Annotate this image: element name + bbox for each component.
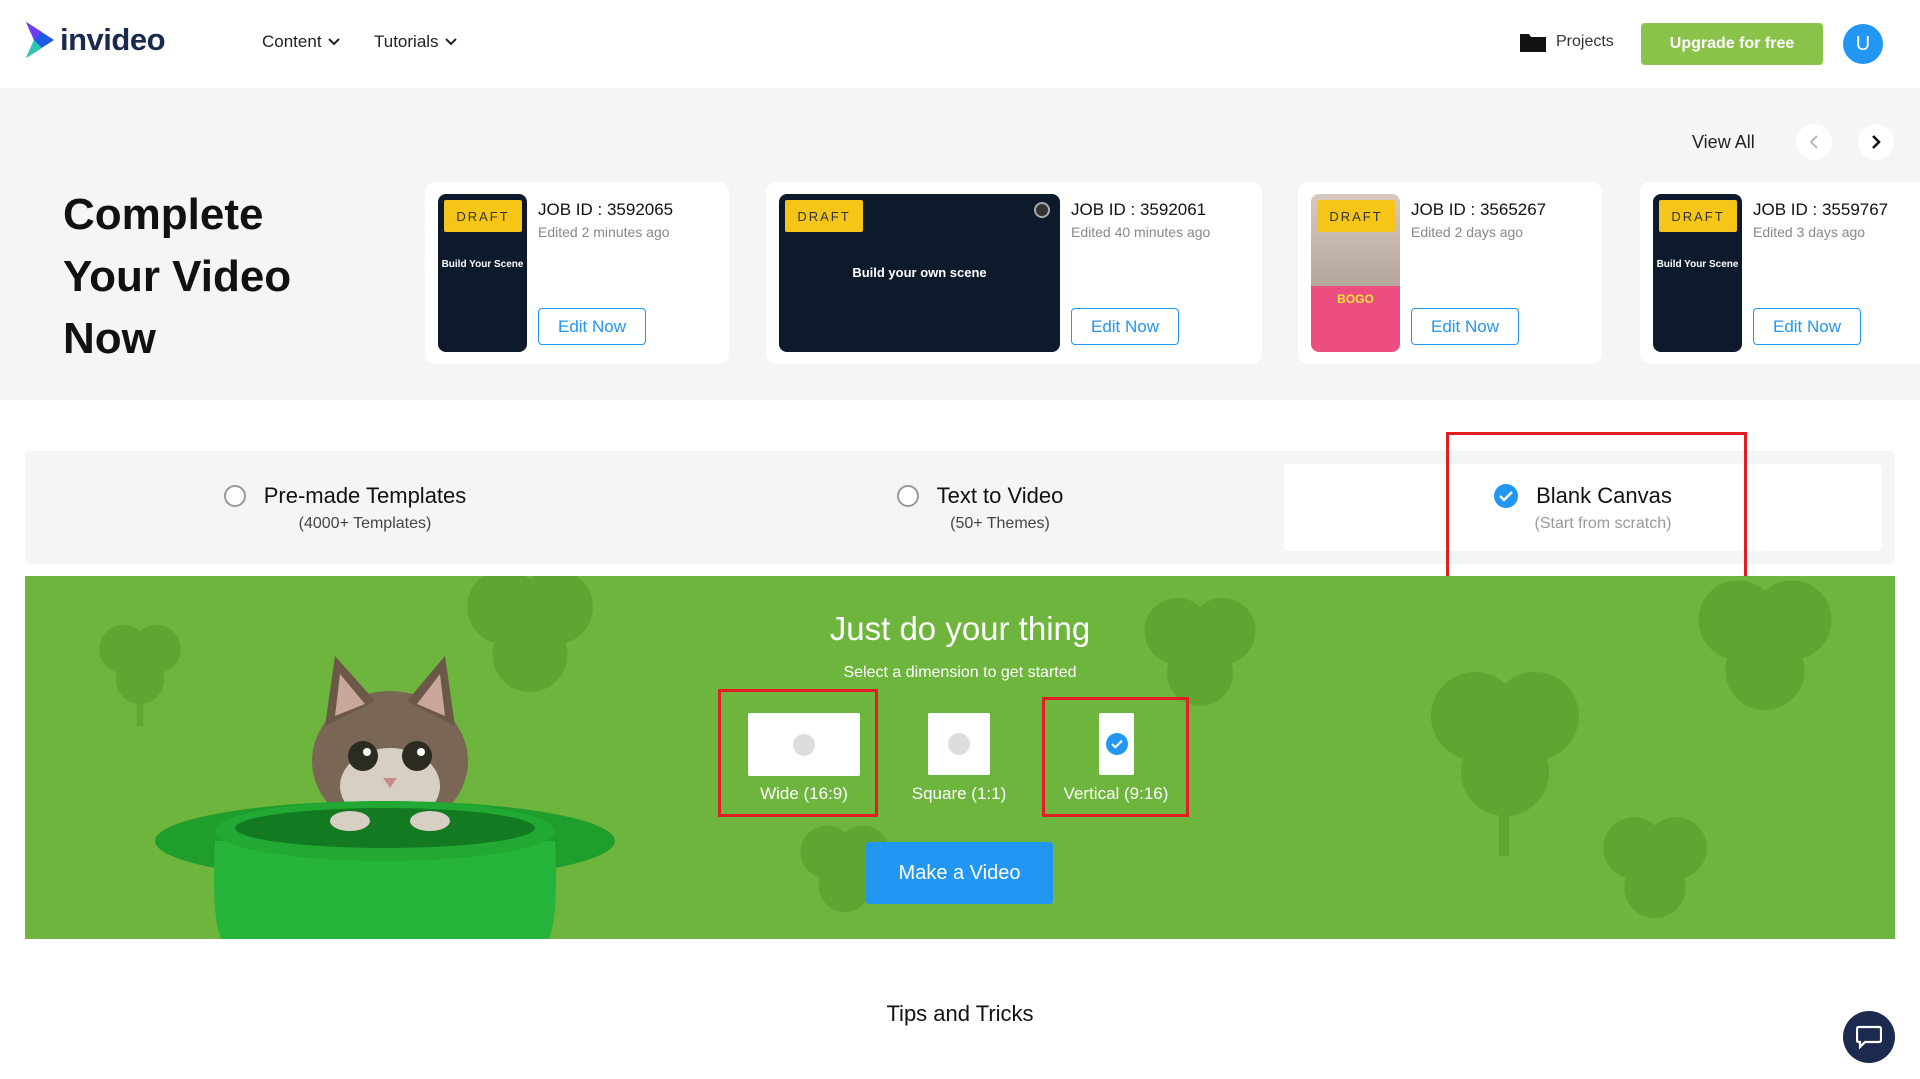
section-title-line: Now [63, 314, 156, 363]
highlight-box-vertical [1042, 697, 1189, 817]
logo-placeholder-icon [1034, 202, 1050, 218]
draft-badge: DRAFT [785, 200, 863, 232]
mode-sublabel: (4000+ Templates) [298, 514, 432, 532]
edit-now-button[interactable]: Edit Now [538, 308, 646, 345]
edit-now-button[interactable]: Edit Now [1071, 308, 1179, 345]
section-title-line: Your Video [63, 252, 292, 301]
draft-card[interactable]: DRAFT Build Your Scene JOB ID : 3559767 … [1640, 182, 1920, 364]
job-id: JOB ID : 3592061 [1071, 200, 1207, 219]
logo-mark-icon [26, 22, 54, 58]
thumbnail-caption: Build your own scene [852, 265, 987, 280]
radio-unchecked-icon[interactable] [223, 484, 246, 507]
mode-text-to-video[interactable]: Text to Video (50+ Themes) [665, 451, 1295, 564]
chat-support-button[interactable] [1843, 1011, 1895, 1063]
edit-now-button[interactable]: Edit Now [1753, 308, 1861, 345]
draft-badge: DRAFT [1317, 200, 1395, 232]
mode-label: Text to Video [936, 482, 1064, 508]
section-title: Complete Your Video Now [63, 184, 343, 370]
recent-drafts-section: Complete Your Video Now View All DRAFT B… [0, 88, 1920, 400]
nav-tutorials-label: Tutorials [374, 32, 439, 51]
chevron-left-icon [1809, 135, 1818, 149]
highlight-box-blank-canvas [1446, 432, 1747, 593]
nav-content[interactable]: Content [262, 32, 340, 52]
thumbnail-caption: BOGO [1337, 292, 1374, 306]
make-a-video-button[interactable]: Make a Video [866, 842, 1053, 904]
folder-icon [1520, 34, 1546, 52]
clover-decoration-icon [1698, 580, 1832, 710]
chevron-down-icon [444, 38, 457, 46]
mode-sublabel: (50+ Themes) [950, 514, 1050, 532]
projects-label: Projects [1556, 33, 1614, 50]
chevron-right-icon [1872, 135, 1881, 149]
avatar[interactable]: U [1843, 24, 1883, 64]
section-title-line: Complete [63, 190, 264, 239]
draft-card[interactable]: DRAFT Build your own scene JOB ID : 3592… [766, 182, 1262, 364]
job-id: JOB ID : 3592065 [538, 200, 674, 219]
chevron-down-icon [327, 38, 340, 46]
thumbnail-caption: Build Your Scene [441, 259, 524, 270]
clover-decoration-icon [1603, 817, 1707, 918]
draft-thumbnail[interactable]: DRAFT BOGO [1311, 194, 1400, 352]
job-id: JOB ID : 3559767 [1753, 200, 1889, 219]
draft-thumbnail[interactable]: DRAFT Build your own scene [779, 194, 1060, 352]
view-all-link[interactable]: View All [1692, 132, 1755, 153]
mode-label: Pre-made Templates [263, 482, 467, 508]
draft-badge: DRAFT [1659, 200, 1737, 232]
clover-decoration-icon [1431, 672, 1579, 856]
dimension-label: Square (1:1) [911, 784, 1007, 803]
draft-card[interactable]: DRAFT BOGO JOB ID : 3565267 Edited 2 day… [1298, 182, 1602, 364]
draft-card[interactable]: DRAFT Build Your Scene JOB ID : 3592065 … [425, 182, 729, 364]
invideo-logo[interactable]: invideo [24, 18, 166, 62]
thumbnail-caption: Build Your Scene [1656, 259, 1739, 270]
hero-subtitle: Select a dimension to get started [843, 664, 1077, 681]
chat-bubble-icon [1856, 1025, 1882, 1049]
brand-name: invideo [60, 22, 166, 57]
highlight-box-wide [718, 689, 878, 817]
job-id: JOB ID : 3565267 [1411, 200, 1547, 219]
radio-unchecked-icon [948, 733, 970, 755]
edited-time: Edited 2 minutes ago [538, 224, 670, 240]
carousel-prev-button[interactable] [1796, 124, 1832, 160]
edited-time: Edited 3 days ago [1753, 224, 1866, 240]
radio-unchecked-icon[interactable] [896, 484, 919, 507]
blank-canvas-panel: Just do your thing Select a dimension to… [25, 576, 1895, 939]
projects-link[interactable]: Projects [1520, 32, 1614, 52]
edited-time: Edited 2 days ago [1411, 224, 1524, 240]
hero-title: Just do your thing [829, 610, 1091, 647]
draft-badge: DRAFT [444, 200, 522, 232]
edit-now-button[interactable]: Edit Now [1411, 308, 1519, 345]
nav-content-label: Content [262, 32, 322, 51]
kitten-in-hat-illustration [155, 656, 615, 939]
edited-time: Edited 40 minutes ago [1071, 224, 1211, 240]
dimension-square[interactable] [928, 713, 990, 775]
upgrade-button[interactable]: Upgrade for free [1641, 23, 1823, 65]
top-header: invideo Content Tutorials Projects Upgra… [0, 0, 1920, 88]
nav-tutorials[interactable]: Tutorials [374, 32, 457, 52]
carousel-next-button[interactable] [1858, 124, 1894, 160]
draft-thumbnail[interactable]: DRAFT Build Your Scene [1653, 194, 1742, 352]
draft-thumbnail[interactable]: DRAFT Build Your Scene [438, 194, 527, 352]
tips-and-tricks-heading: Tips and Tricks [886, 1001, 1034, 1026]
mode-premade-templates[interactable]: Pre-made Templates (4000+ Templates) [25, 451, 665, 564]
